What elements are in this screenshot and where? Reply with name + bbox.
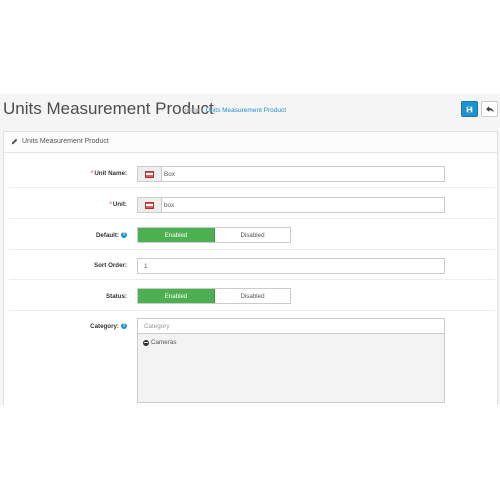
minus-circle-icon[interactable] — [143, 339, 149, 346]
status-enabled-option[interactable]: Enabled — [138, 289, 215, 303]
default-label: Default:? — [95, 232, 127, 239]
default-enabled-option[interactable]: Enabled — [138, 228, 215, 242]
save-icon — [466, 106, 473, 112]
row-divider — [9, 310, 495, 311]
sort-order-label: Sort Order: — [93, 262, 127, 269]
row-divider — [9, 279, 495, 280]
breadcrumb-current[interactable]: Units Measurement Product — [206, 107, 287, 114]
category-search-input[interactable]: Category — [137, 318, 445, 334]
row-divider — [9, 218, 495, 219]
panel-heading: Units Measurement Product — [4, 132, 497, 153]
breadcrumb-separator: › — [201, 107, 204, 114]
category-label: Category:? — [90, 323, 127, 330]
status-toggle: Enabled Disabled — [137, 288, 291, 304]
default-toggle: Enabled Disabled — [137, 227, 291, 243]
question-circle-icon[interactable]: ? — [121, 232, 127, 239]
breadcrumb: Home › Units Measurement Product — [182, 107, 286, 114]
category-item-cameras: Cameras — [143, 339, 177, 346]
pencil-icon — [11, 138, 18, 145]
unit-label: *Unit: — [109, 201, 127, 208]
status-disabled-option[interactable]: Disabled — [215, 289, 290, 303]
flag-icon — [138, 167, 162, 181]
breadcrumb-home[interactable]: Home — [182, 107, 199, 114]
status-label: Status: — [106, 293, 127, 300]
sort-order-field[interactable]: 1 — [137, 258, 445, 274]
flag-icon — [138, 198, 162, 212]
row-divider — [9, 187, 495, 188]
save-button[interactable] — [461, 101, 478, 117]
reply-icon — [485, 105, 494, 113]
unit-name-label: *Unit Name: — [90, 170, 127, 177]
default-disabled-option[interactable]: Disabled — [215, 228, 290, 242]
unit-name-field[interactable]: Box — [137, 166, 445, 182]
back-button[interactable] — [481, 101, 498, 117]
panel-title: Units Measurement Product — [22, 138, 109, 145]
question-circle-icon[interactable]: ? — [121, 323, 127, 330]
row-divider — [9, 249, 495, 250]
unit-field[interactable]: box — [137, 197, 445, 213]
category-list: Cameras — [137, 334, 445, 403]
